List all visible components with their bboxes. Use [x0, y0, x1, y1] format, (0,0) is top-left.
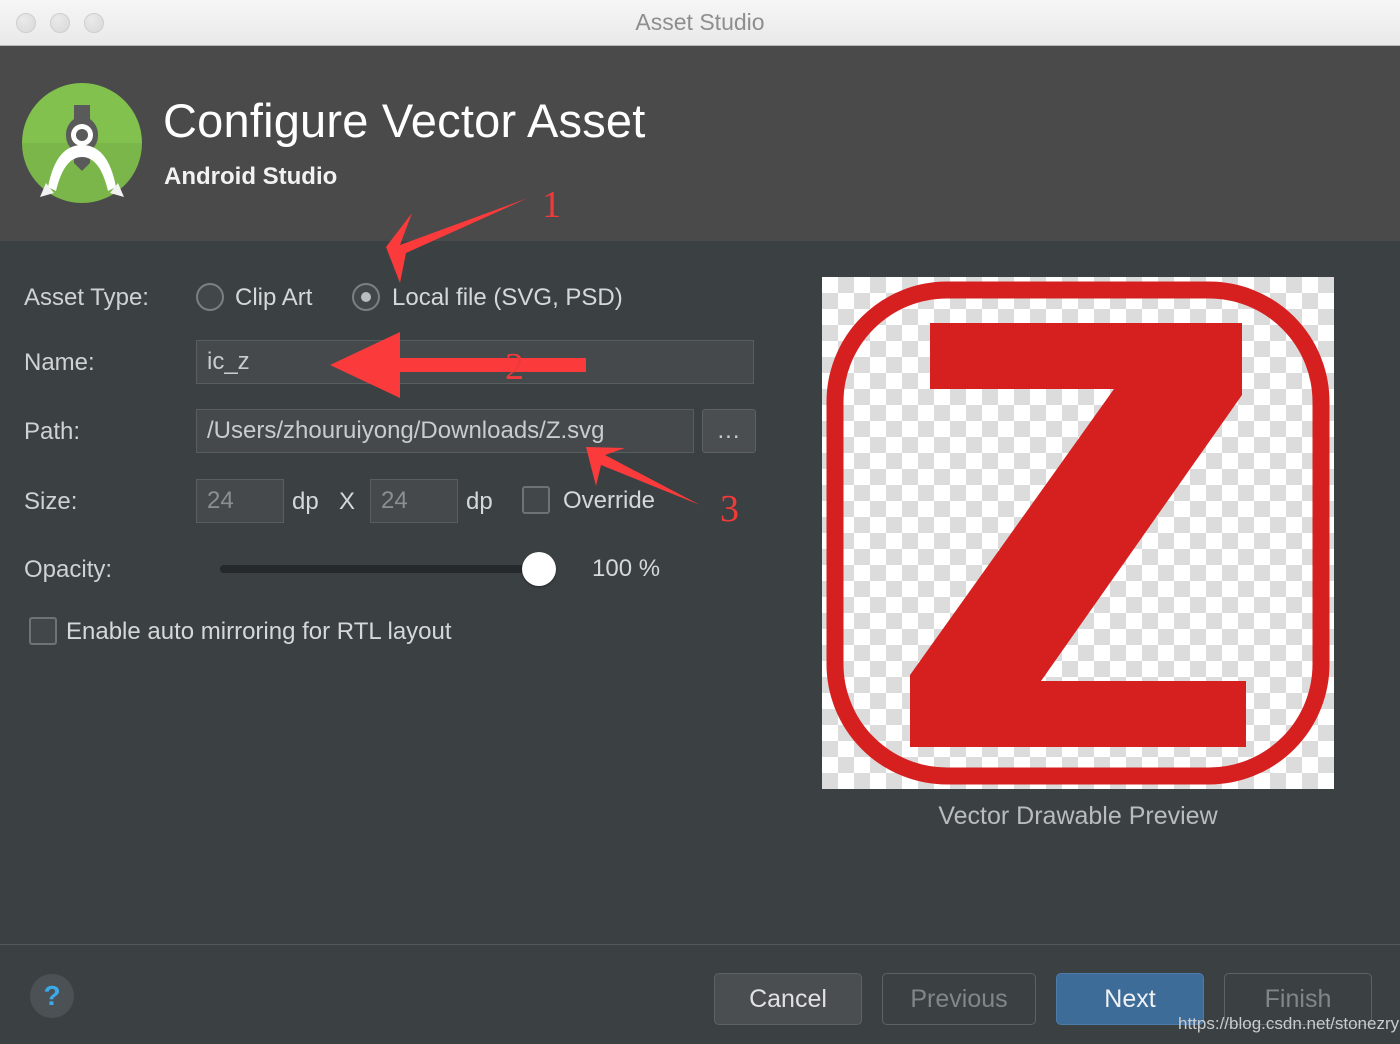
android-studio-logo-icon	[22, 83, 142, 203]
override-checkbox[interactable]	[522, 486, 550, 514]
rtl-mirroring-checkbox[interactable]	[29, 617, 57, 645]
name-label: Name:	[24, 349, 95, 376]
clip-art-radio-label[interactable]: Clip Art	[235, 284, 312, 312]
help-button[interactable]: ?	[30, 974, 74, 1018]
preview-caption: Vector Drawable Preview	[938, 802, 1218, 830]
asset-studio-window: Asset Studio Configure Vector Asset Andr…	[0, 0, 1400, 1044]
page-title: Configure Vector Asset	[163, 94, 646, 147]
dialog-header: Configure Vector Asset Android Studio	[0, 46, 1400, 241]
browse-path-button[interactable]: ...	[702, 409, 756, 453]
name-input[interactable]: ic_z	[196, 340, 754, 384]
window-titlebar: Asset Studio	[0, 0, 1400, 46]
size-height-unit: dp	[466, 488, 493, 515]
window-title: Asset Studio	[635, 9, 765, 35]
size-separator: X	[339, 488, 356, 515]
rtl-mirroring-label[interactable]: Enable auto mirroring for RTL layout	[66, 618, 452, 646]
path-input[interactable]: /Users/zhouruiyong/Downloads/Z.svg	[196, 409, 694, 453]
watermark-text: https://blog.csdn.net/stonezry	[1178, 1014, 1400, 1033]
opacity-value: 100 %	[592, 555, 661, 582]
size-height-input[interactable]: 24	[370, 479, 458, 523]
asset-type-label: Asset Type:	[24, 284, 149, 311]
local-file-radio-label[interactable]: Local file (SVG, PSD)	[392, 284, 623, 312]
local-file-radio[interactable]	[352, 283, 380, 311]
page-subtitle: Android Studio	[164, 163, 338, 190]
size-width-unit: dp	[292, 488, 319, 515]
previous-button[interactable]: Previous	[882, 973, 1036, 1025]
clip-art-radio[interactable]	[196, 283, 224, 311]
path-label: Path:	[24, 418, 81, 445]
vector-drawable-preview	[822, 277, 1334, 789]
opacity-label: Opacity:	[24, 556, 113, 583]
opacity-slider-thumb[interactable]	[522, 552, 556, 586]
opacity-slider-track[interactable]	[220, 565, 550, 573]
size-label: Size:	[24, 488, 78, 515]
override-checkbox-label[interactable]: Override	[563, 487, 655, 515]
cancel-button[interactable]: Cancel	[714, 973, 862, 1025]
size-width-input[interactable]: 24	[196, 479, 284, 523]
